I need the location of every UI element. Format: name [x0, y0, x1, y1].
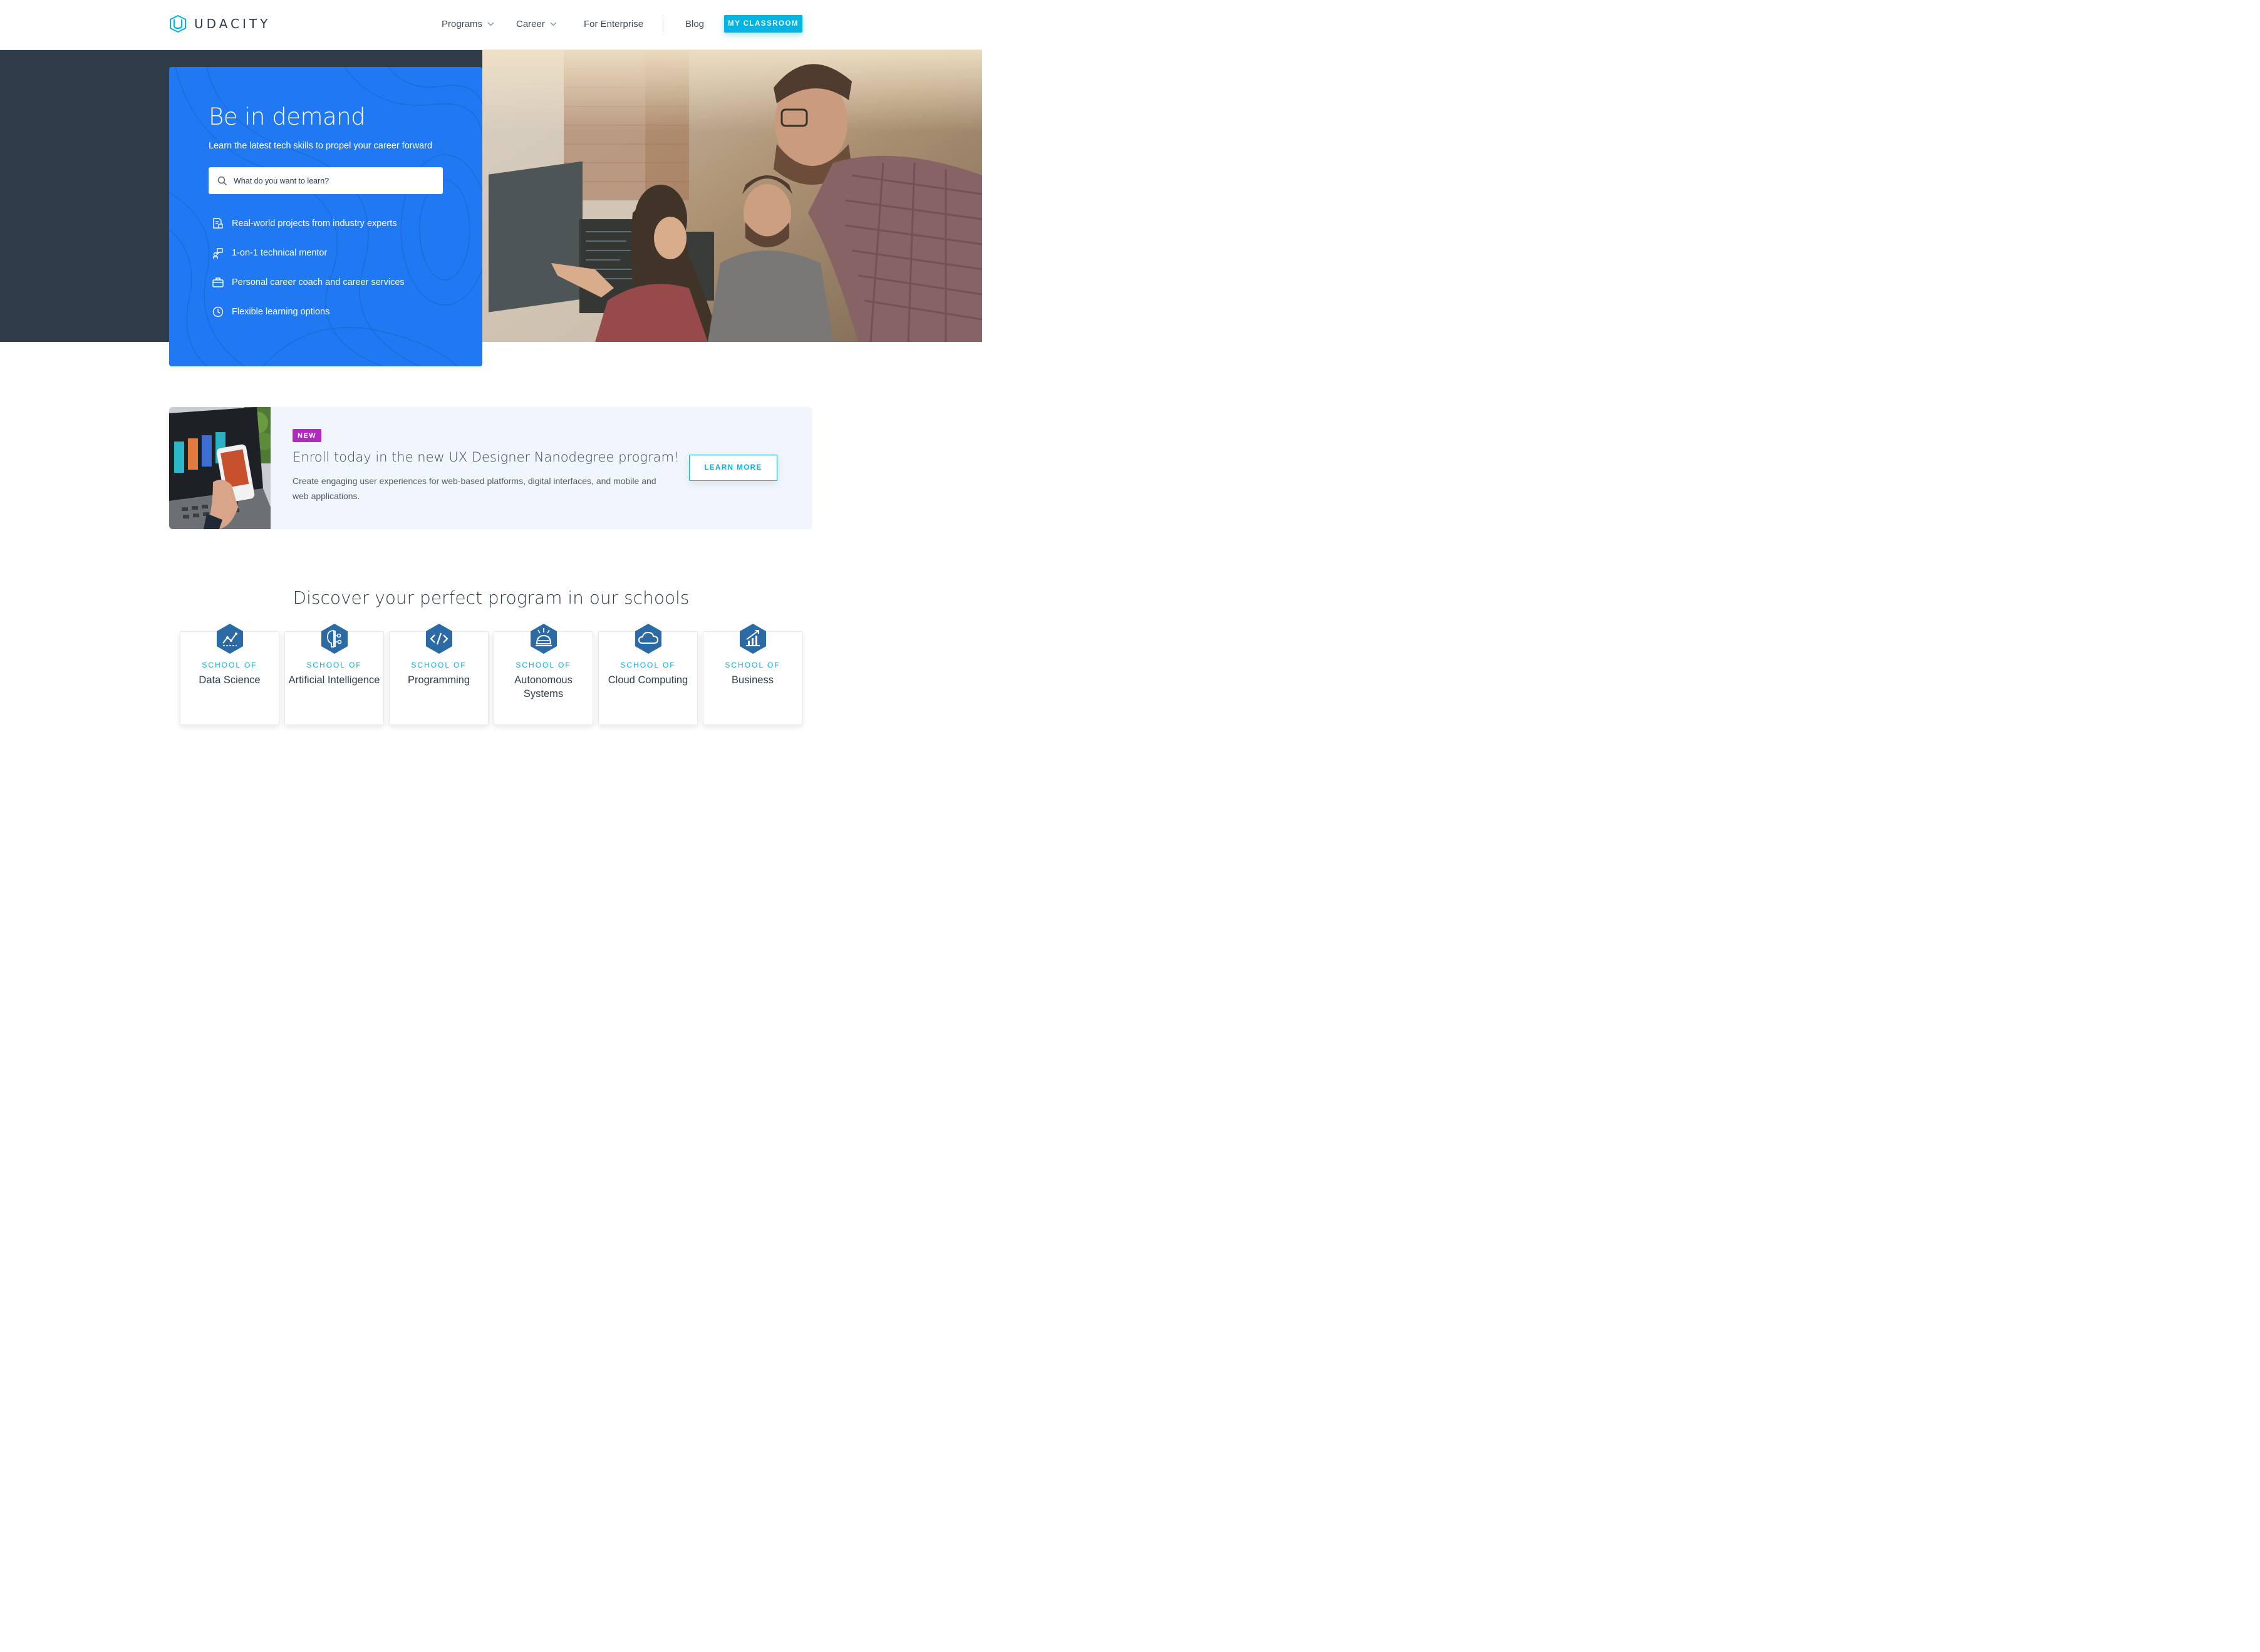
school-name: Artificial Intelligence — [288, 674, 380, 686]
data-science-icon — [217, 624, 243, 654]
learn-more-button[interactable]: LEARN MORE — [689, 455, 777, 481]
chevron-down-icon — [550, 22, 557, 26]
school-card-cloud-computing[interactable]: SCHOOL OF Cloud Computing — [598, 624, 698, 725]
briefcase-icon — [212, 277, 224, 287]
school-card-business[interactable]: SCHOOL OF Business — [703, 624, 802, 725]
projects-icon — [213, 218, 223, 229]
school-prefix: SCHOOL OF — [411, 661, 467, 669]
feature-label: Real-world projects from industry expert… — [232, 219, 397, 229]
udacity-logo-icon — [170, 15, 186, 33]
autonomous-icon — [531, 624, 557, 654]
nav-enterprise-label: For Enterprise — [584, 19, 644, 29]
school-prefix: SCHOOL OF — [620, 661, 676, 669]
feature-item: Personal career coach and career service… — [212, 276, 405, 289]
new-badge: NEW — [293, 429, 322, 442]
search-placeholder: What do you want to learn? — [234, 176, 329, 185]
school-card-artificial-intelligence[interactable]: SCHOOL OF Artificial Intelligence — [284, 624, 384, 725]
hero-title: Be in demand — [209, 103, 366, 130]
feature-item: Real-world projects from industry expert… — [212, 217, 397, 230]
school-name: Cloud Computing — [608, 674, 688, 686]
nav-career-label: Career — [516, 19, 545, 29]
nav-blog-label: Blog — [685, 19, 705, 29]
search-icon — [217, 176, 227, 185]
school-prefix: SCHOOL OF — [202, 661, 257, 669]
promo-title: Enroll today in the new UX Designer Nano… — [293, 450, 680, 465]
school-prefix: SCHOOL OF — [725, 661, 780, 669]
feature-item: 1-on-1 technical mentor — [212, 247, 327, 259]
chevron-down-icon — [487, 22, 494, 26]
promo-description: Create engaging user experiences for web… — [293, 476, 656, 501]
site-header: UDACITY Programs Career For Enterprise B… — [0, 0, 982, 50]
nav-career[interactable]: Career — [516, 19, 557, 29]
nav-for-enterprise[interactable]: For Enterprise — [584, 19, 643, 29]
nav-blog[interactable]: Blog — [685, 19, 704, 29]
hero-photo-illustration — [482, 50, 982, 342]
mentor-icon — [213, 248, 223, 259]
ai-icon — [321, 624, 348, 654]
school-name: Business — [732, 674, 774, 686]
udacity-logo[interactable]: UDACITY — [169, 14, 271, 33]
clock-icon — [212, 306, 224, 317]
school-name: Programming — [407, 674, 470, 686]
search-input[interactable]: What do you want to learn? — [209, 167, 443, 194]
nav-programs[interactable]: Programs — [442, 19, 494, 29]
school-prefix: SCHOOL OF — [516, 661, 571, 669]
promo-image — [169, 407, 271, 529]
logo-text: UDACITY — [194, 16, 271, 31]
promo-banner: NEW Enroll today in the new UX Designer … — [169, 407, 812, 529]
school-card-autonomous-systems[interactable]: SCHOOL OF Autonomous Systems — [494, 624, 593, 725]
promo-laptop-illustration — [169, 407, 271, 529]
hero-card: Be in demand Learn the latest tech skill… — [169, 67, 482, 366]
hero-photo — [482, 50, 982, 342]
feature-label: 1-on-1 technical mentor — [232, 248, 328, 258]
school-name: Data Science — [199, 674, 261, 686]
code-icon — [426, 624, 452, 654]
feature-label: Personal career coach and career service… — [232, 277, 405, 287]
feature-item: Flexible learning options — [212, 306, 329, 318]
school-prefix: SCHOOL OF — [306, 661, 362, 669]
hero-subtitle: Learn the latest tech skills to propel y… — [209, 141, 433, 151]
school-name: Autonomous Systems — [514, 674, 573, 700]
business-icon — [740, 624, 766, 654]
nav-programs-label: Programs — [442, 19, 483, 29]
school-card-programming[interactable]: SCHOOL OF Programming — [389, 624, 489, 725]
schools-heading: Discover your perfect program in our sch… — [293, 587, 690, 608]
cloud-icon — [635, 624, 661, 654]
school-card-data-science[interactable]: SCHOOL OF Data Science — [180, 624, 279, 725]
feature-label: Flexible learning options — [232, 307, 330, 317]
my-classroom-button[interactable]: MY CLASSROOM — [724, 15, 802, 33]
